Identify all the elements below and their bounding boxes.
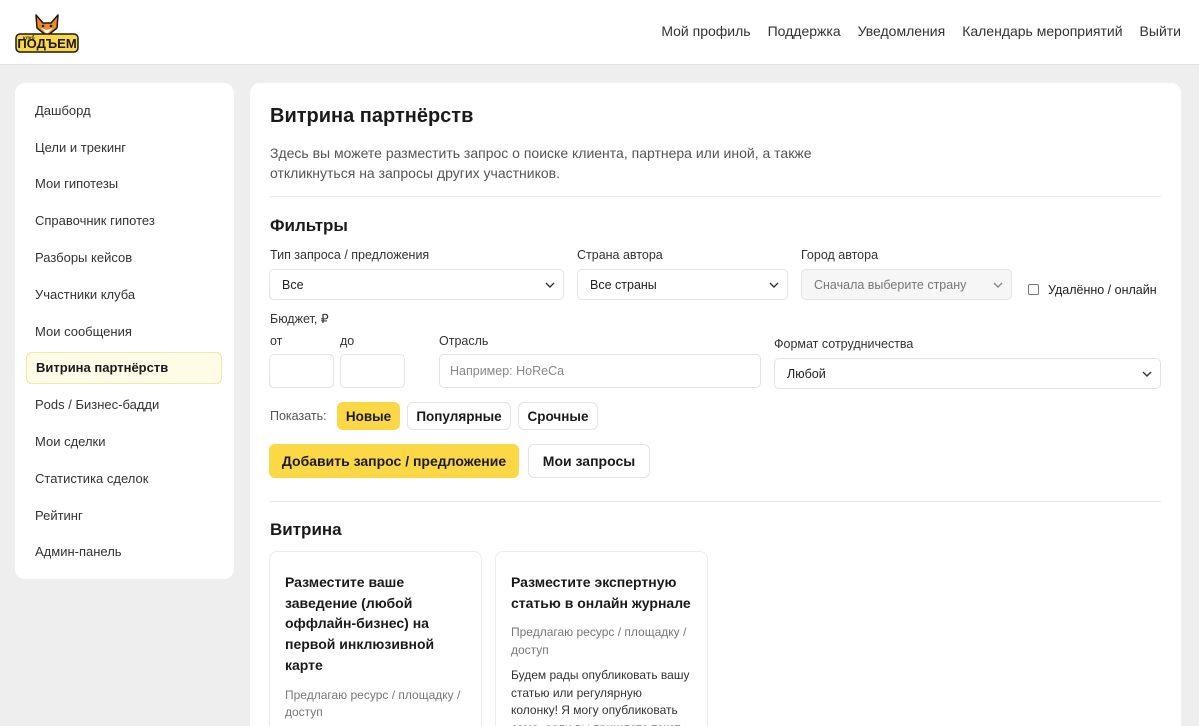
budget-from-input[interactable] [269, 354, 334, 388]
industry-input[interactable]: Например: HoReCa [439, 354, 761, 388]
chevron-down-icon [769, 282, 779, 288]
card-title: Разместите экспертную статью в онлайн жу… [511, 574, 691, 611]
showcase-title: Витрина [270, 520, 342, 539]
divider [270, 196, 1161, 197]
city-label: Город автора [801, 248, 879, 262]
nav-events-calendar[interactable]: Календарь мероприятий [962, 23, 1122, 39]
budget-from-label: от [270, 334, 283, 348]
budget-label: Бюджет, ₽ [270, 312, 329, 326]
sidebar-item-club-members[interactable]: Участники клуба [15, 276, 234, 313]
country-select[interactable]: Все страны [577, 269, 788, 300]
card-type: Предлагаю ресурс / площадку / доступ [511, 625, 687, 657]
add-request-button[interactable]: Добавить запрос / предложение [269, 444, 519, 478]
divider [270, 501, 1161, 502]
type-label: Тип запроса / предложения [270, 248, 430, 262]
card-description: Будем рады опубликовать вашу статью или … [511, 668, 690, 726]
show-urgent-chip[interactable]: Срочные [518, 402, 598, 430]
chevron-down-icon [993, 282, 1003, 288]
show-popular-chip[interactable]: Популярные [407, 402, 511, 430]
sidebar-item-dashboard[interactable]: Дашборд [15, 92, 234, 129]
nav-notifications[interactable]: Уведомления [858, 23, 946, 39]
country-select-value: Все страны [590, 277, 657, 292]
club-logo[interactable]: ПОДЪЕМ клуб [14, 12, 80, 54]
my-requests-button[interactable]: Мои запросы [528, 444, 650, 478]
budget-to-label: до [340, 334, 355, 348]
sidebar: Дашборд Цели и трекинг Мои гипотезы Спра… [15, 83, 234, 579]
type-select[interactable]: Все [269, 269, 564, 300]
sidebar-item-goals[interactable]: Цели и трекинг [15, 129, 234, 166]
sidebar-item-deal-stats[interactable]: Статистика сделок [15, 460, 234, 497]
country-label: Страна автора [577, 248, 663, 262]
sidebar-item-rating[interactable]: Рейтинг [15, 497, 234, 534]
top-navigation: Мой профиль Поддержка Уведомления Календ… [661, 23, 1181, 39]
svg-text:клуб: клуб [23, 35, 35, 42]
sidebar-item-admin[interactable]: Админ-панель [15, 534, 234, 571]
format-select-value: Любой [787, 366, 826, 381]
type-select-value: Все [282, 277, 304, 292]
nav-my-profile[interactable]: Мой профиль [661, 23, 750, 39]
card-title: Разместите ваше заведение (любой оффлайн… [285, 574, 435, 673]
remote-label: Удалённо / онлайн [1048, 283, 1157, 297]
show-label: Показать: [270, 409, 327, 423]
city-select[interactable]: Сначала выберите страну [801, 269, 1012, 300]
format-select[interactable]: Любой [774, 358, 1161, 389]
card-type: Предлагаю ресурс / площадку / доступ [285, 687, 461, 720]
sidebar-item-case-reviews[interactable]: Разборы кейсов [15, 239, 234, 276]
nav-logout[interactable]: Выйти [1140, 23, 1181, 39]
top-header: ПОДЪЕМ клуб Мой профиль Поддержка Уведом… [0, 0, 1199, 65]
budget-to-input[interactable] [340, 354, 405, 388]
nav-support[interactable]: Поддержка [768, 23, 841, 39]
showcase-card[interactable]: Разместите ваше заведение (любой оффлайн… [269, 551, 482, 726]
show-new-chip[interactable]: Новые [337, 402, 400, 430]
sidebar-item-my-hypotheses[interactable]: Мои гипотезы [15, 166, 234, 203]
chevron-down-icon [1142, 371, 1152, 377]
chevron-down-icon [545, 282, 555, 288]
filters-title: Фильтры [270, 216, 348, 235]
page-title: Витрина партнёрств [270, 105, 474, 127]
sidebar-item-pods[interactable]: Pods / Бизнес-бадди [15, 386, 234, 423]
remote-checkbox[interactable] [1028, 284, 1039, 295]
city-select-value: Сначала выберите страну [814, 277, 967, 292]
sidebar-item-partnerships[interactable]: Витрина партнёрств [26, 351, 222, 384]
showcase-card[interactable]: Разместите экспертную статью в онлайн жу… [495, 551, 708, 726]
sidebar-item-messages[interactable]: Мои сообщения [15, 313, 234, 350]
sidebar-item-hypotheses-catalog[interactable]: Справочник гипотез [15, 202, 234, 239]
industry-label: Отрасль [439, 334, 489, 348]
format-label: Формат сотрудничества [774, 337, 914, 351]
page-description: Здесь вы можете разместить запрос о поис… [270, 145, 812, 181]
main-panel: Витрина партнёрств Здесь вы можете разме… [250, 83, 1181, 726]
sidebar-item-my-deals[interactable]: Мои сделки [15, 423, 234, 460]
